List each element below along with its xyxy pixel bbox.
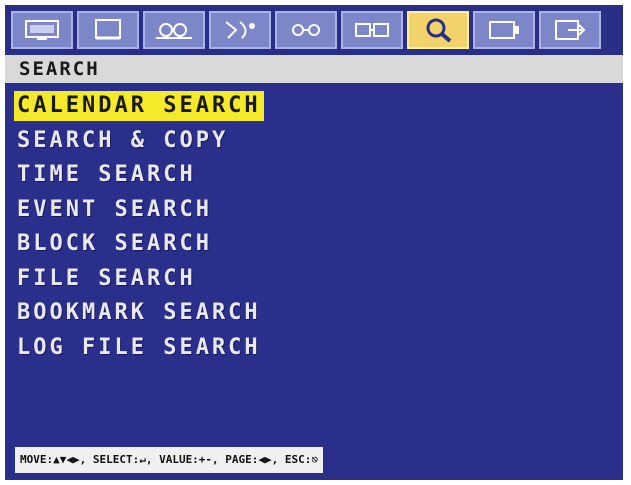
tab-screen[interactable]	[77, 11, 139, 49]
dvr-menu-screen: SEARCH CALENDAR SEARCH SEARCH & COPY TIM…	[5, 5, 623, 480]
menu-item-label: TIME SEARCH	[17, 162, 196, 187]
menu-toolbar	[5, 5, 623, 55]
menu-item-file-search[interactable]: FILE SEARCH	[14, 264, 264, 299]
tab-exit[interactable]	[539, 11, 601, 49]
menu-item-log-file-search[interactable]: LOG FILE SEARCH	[14, 333, 264, 368]
search-icon	[426, 18, 452, 43]
menu-item-label: SEARCH & COPY	[17, 127, 229, 153]
menu-item-label: CALENDAR SEARCH	[14, 91, 264, 121]
tab-monitor[interactable]	[11, 11, 73, 49]
tab-camera[interactable]	[143, 11, 205, 49]
network-icon	[355, 23, 389, 37]
tab-search[interactable]	[407, 11, 469, 49]
menu-item-label: LOG FILE SEARCH	[17, 334, 261, 360]
tab-network[interactable]	[341, 11, 403, 49]
tab-record[interactable]	[275, 11, 337, 49]
motion-icon	[225, 21, 255, 39]
menu-item-label: BLOCK SEARCH	[17, 231, 212, 256]
camera-icon	[156, 23, 192, 39]
menu-item-label: FILE SEARCH	[17, 265, 196, 291]
tab-device[interactable]	[473, 11, 535, 49]
menu-item-search-copy[interactable]: SEARCH & COPY	[14, 126, 264, 161]
search-menu: CALENDAR SEARCH SEARCH & COPY TIME SEARC…	[14, 91, 264, 367]
menu-item-label: EVENT SEARCH	[17, 196, 212, 222]
exit-icon	[555, 20, 586, 40]
screen-icon	[95, 19, 121, 40]
page-title: SEARCH	[5, 55, 623, 83]
record-icon	[292, 24, 320, 36]
menu-item-calendar-search[interactable]: CALENDAR SEARCH	[14, 91, 264, 126]
menu-item-block-search[interactable]: BLOCK SEARCH	[14, 229, 264, 264]
device-icon	[489, 21, 519, 39]
menu-item-event-search[interactable]: EVENT SEARCH	[14, 195, 264, 230]
menu-item-label: BOOKMARK SEARCH	[17, 300, 261, 325]
tab-motion[interactable]	[209, 11, 271, 49]
monitor-icon	[25, 20, 59, 40]
menu-item-bookmark-search[interactable]: BOOKMARK SEARCH	[14, 298, 264, 333]
key-help-bar: MOVE:▲▼◀▶, SELECT:↵, VALUE:+-, PAGE:◀▶, …	[15, 447, 324, 473]
menu-item-time-search[interactable]: TIME SEARCH	[14, 160, 264, 195]
